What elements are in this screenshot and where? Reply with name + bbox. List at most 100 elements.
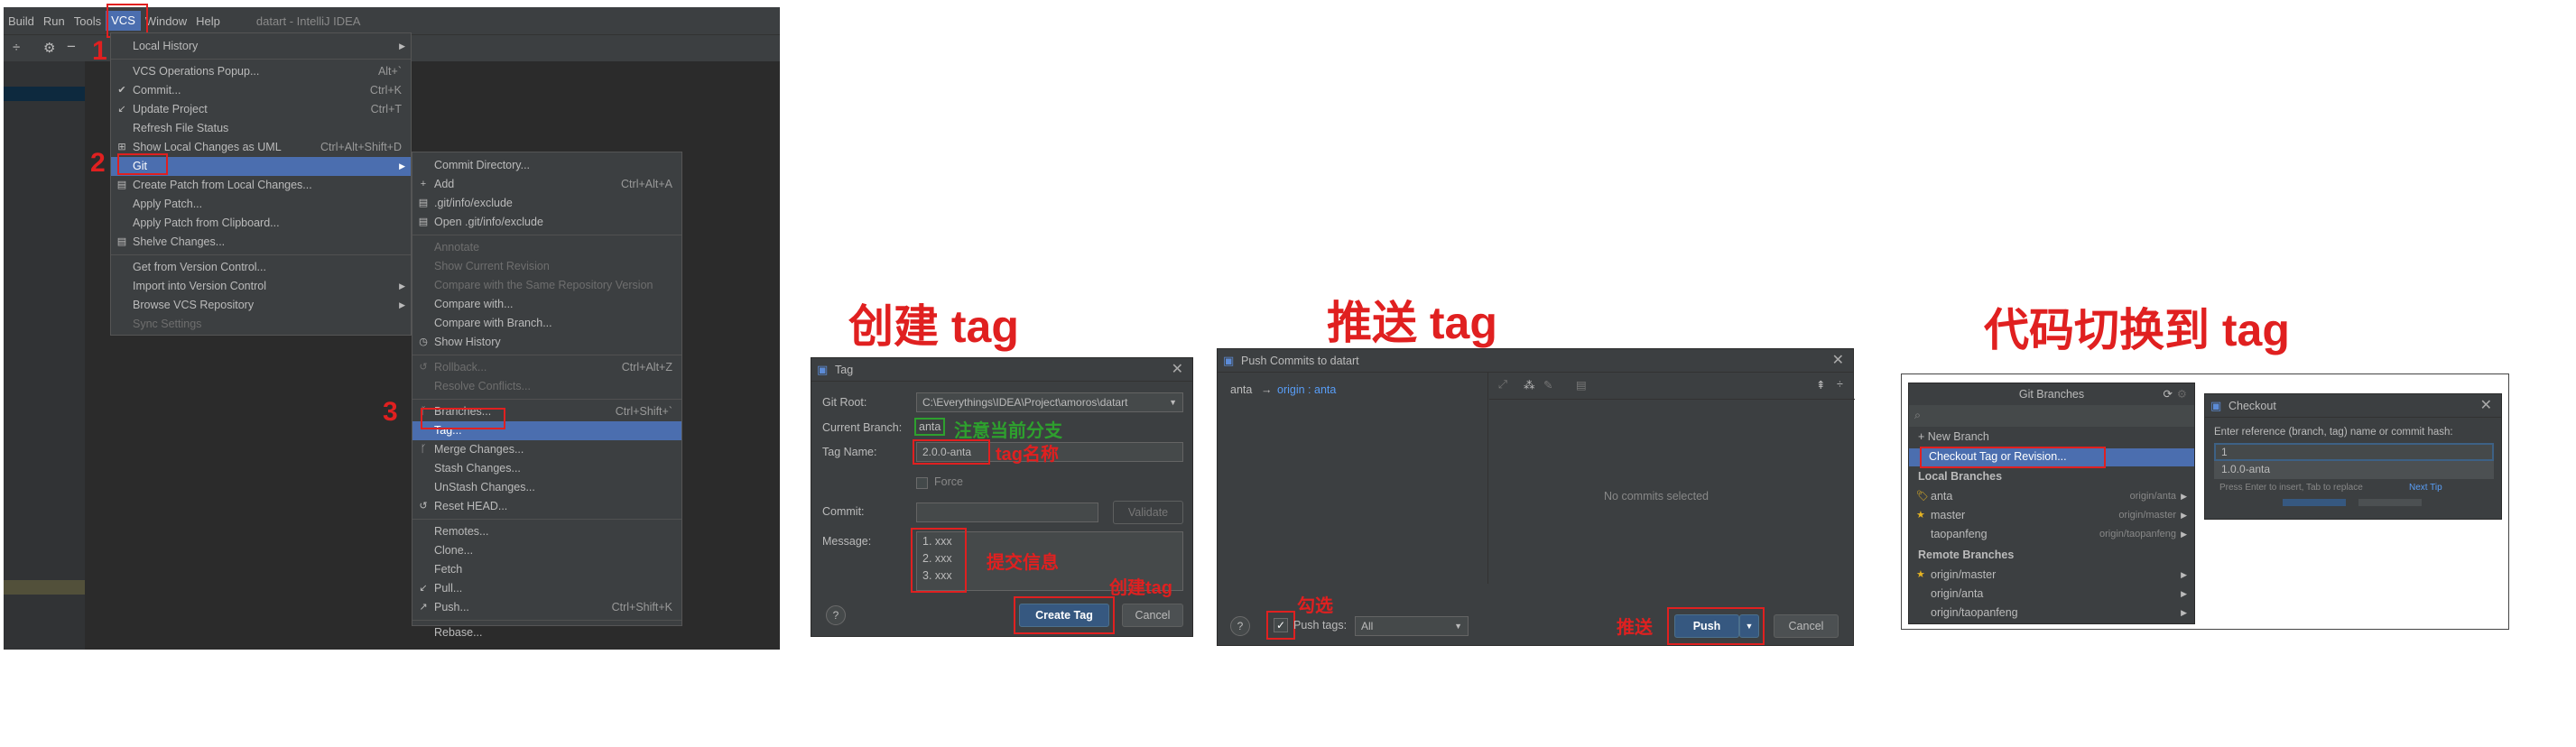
menu-item-icon: ↺ [419, 362, 428, 373]
menu-item-label: Commit Directory... [434, 159, 531, 171]
menu-tools[interactable]: Tools [69, 14, 106, 28]
close-icon[interactable]: ✕ [2480, 394, 2492, 418]
menu-item-shortcut: Ctrl+Alt+A [621, 178, 672, 190]
menu-item-sync-settings[interactable]: Sync Settings [111, 315, 411, 334]
branch-search-input[interactable]: ⌕ [1909, 405, 2194, 427]
menu-item-label: Stash Changes... [434, 462, 521, 475]
menu-item-clone[interactable]: Clone... [412, 541, 681, 560]
menu-item-unstash-changes[interactable]: UnStash Changes... [412, 478, 681, 497]
menu-window[interactable]: Window [141, 14, 191, 28]
refresh-icon[interactable]: ⟳ [2164, 387, 2173, 401]
menu-item-get-from-version-control[interactable]: Get from Version Control... [111, 258, 411, 277]
commit-input[interactable] [916, 503, 1098, 522]
reference-input[interactable]: 1 [2214, 443, 2494, 461]
menu-item-remotes[interactable]: Remotes... [412, 522, 681, 541]
group-icon[interactable]: ⁂ [1524, 378, 1535, 392]
menu-item-show-current-revision[interactable]: Show Current Revision [412, 257, 681, 276]
validate-button[interactable]: Validate [1113, 501, 1183, 524]
close-icon[interactable]: ✕ [1172, 358, 1183, 382]
suggestion-item[interactable]: 1.0.0-anta [2214, 461, 2494, 479]
checkout-dialog-title: Checkout [2205, 394, 2501, 418]
new-branch-item[interactable]: + New Branch [1918, 430, 1989, 443]
menu-help[interactable]: Help [191, 14, 225, 28]
menu-item-apply-patch[interactable]: Apply Patch... [111, 195, 411, 214]
menu-item-push[interactable]: ↗ Push... Ctrl+Shift+K [412, 598, 681, 617]
menu-item-label: Compare with... [434, 298, 514, 310]
menu-item-shelve-changes[interactable]: ▤ Shelve Changes... [111, 233, 411, 252]
cancel-button[interactable]: Cancel [1774, 614, 1839, 638]
menu-item-reset-head[interactable]: ↺ Reset HEAD... [412, 497, 681, 516]
edit-icon[interactable]: ✎ [1543, 378, 1552, 392]
menu-item-label: Get from Version Control... [133, 261, 266, 273]
menu-item-create-patch-from-local-changes[interactable]: ▤ Create Patch from Local Changes... [111, 176, 411, 195]
menu-item-compare-with-branch[interactable]: Compare with Branch... [412, 314, 681, 333]
minimize-icon[interactable]: − [67, 38, 76, 56]
highlight-box-checkout [1920, 447, 2106, 468]
branch-item[interactable]: origin/anta ▶ [1909, 586, 2194, 604]
menu-run[interactable]: Run [39, 14, 69, 28]
tracking-branch: origin/master [2118, 510, 2176, 521]
collapse-icon[interactable]: ÷ [13, 40, 20, 55]
vcs-menu: Local History ▶ VCS Operations Popup... Alt… [110, 32, 412, 336]
branch-item[interactable]: origin/taopanfeng ▶ [1909, 604, 2194, 622]
menu-item-stash-changes[interactable]: Stash Changes... [412, 459, 681, 478]
menu-item-icon: ᚴ [420, 444, 427, 455]
pin-icon[interactable]: ⤢ [1498, 378, 1507, 392]
push-tags-select[interactable]: All ▼ [1355, 616, 1469, 636]
menu-item-update-project[interactable]: ↙ Update Project Ctrl+T [111, 100, 411, 119]
help-icon[interactable]: ? [1230, 616, 1250, 636]
menu-item-git-info-exclude[interactable]: ▤ .git/info/exclude [412, 194, 681, 213]
menu-item-commit[interactable]: ✔ Commit... Ctrl+K [111, 81, 411, 100]
menu-item-compare-with-the-same-repository-version[interactable]: Compare with the Same Repository Version [412, 276, 681, 295]
collapse-icon[interactable]: ÷ [1837, 378, 1843, 391]
help-icon[interactable]: ? [826, 605, 846, 625]
menu-item-browse-vcs-repository[interactable]: Browse VCS Repository ▶ [111, 296, 411, 315]
git-root-select[interactable]: C:\Everythings\IDEA\Project\amoros\datar… [916, 392, 1183, 412]
branch-item[interactable]: ★ origin/master ▶ [1909, 567, 2194, 585]
menu-item-compare-with[interactable]: Compare with... [412, 295, 681, 314]
menu-item-label: .git/info/exclude [434, 197, 513, 209]
selected-tree-row[interactable] [4, 87, 85, 101]
git-branches-popup: Git Branches ⟳ ⚙ ⌕ + New Branch Checkout… [1908, 383, 2195, 624]
next-tip-link[interactable]: Next Tip [2409, 483, 2442, 493]
menu-item-import-into-version-control[interactable]: Import into Version Control ▶ [111, 277, 411, 296]
cancel-button[interactable]: Cancel [1122, 604, 1183, 627]
menu-item-rollback[interactable]: ↺ Rollback... Ctrl+Alt+Z [412, 358, 681, 377]
close-icon[interactable]: ✕ [1832, 349, 1844, 373]
diff-icon[interactable]: ▤ [1576, 378, 1587, 392]
branch-item[interactable]: taopanfeng origin/taopanfeng ▶ [1909, 526, 2194, 544]
menu-item-local-history[interactable]: Local History ▶ [111, 37, 411, 56]
menu-item-refresh-file-status[interactable]: Refresh File Status [111, 119, 411, 138]
gear-icon[interactable]: ⚙ [43, 40, 55, 56]
menu-item-resolve-conflicts[interactable]: Resolve Conflicts... [412, 377, 681, 396]
submenu-arrow-icon: ▶ [399, 161, 405, 171]
chevron-down-icon: ▼ [1454, 622, 1462, 631]
annotation-create-tag: 创建tag [1109, 578, 1172, 598]
menu-item-pull[interactable]: ↙ Pull... [412, 579, 681, 598]
menu-item-open-git-info-exclude[interactable]: ▤ Open .git/info/exclude [412, 213, 681, 232]
menu-item-vcs-operations-popup[interactable]: VCS Operations Popup... Alt+` [111, 62, 411, 81]
branch-item[interactable]: ★ master origin/master ▶ [1909, 507, 2194, 525]
settings-icon[interactable]: ⚙ [2177, 387, 2187, 401]
highlight-row [4, 580, 85, 595]
force-checkbox[interactable] [916, 477, 928, 489]
menu-item-commit-directory[interactable]: Commit Directory... [412, 156, 681, 175]
menu-item-shortcut: Ctrl+T [370, 103, 402, 115]
menu-item-merge-changes[interactable]: ᚴ Merge Changes... [412, 440, 681, 459]
menu-item-apply-patch-from-clipboard[interactable]: Apply Patch from Clipboard... [111, 214, 411, 233]
menu-item-show-history[interactable]: ◷ Show History [412, 333, 681, 352]
branch-name: origin/master [1931, 568, 1997, 581]
menu-build[interactable]: Build [4, 14, 39, 28]
cancel-button-fragment[interactable] [2358, 499, 2422, 506]
branch-item[interactable]: 🏷 anta origin/anta ▶ [1909, 488, 2194, 506]
menu-item-fetch[interactable]: Fetch [412, 560, 681, 579]
submenu-arrow-icon: ▶ [399, 300, 405, 309]
menu-item-annotate[interactable]: Annotate [412, 238, 681, 257]
step-number-3: 3 [383, 397, 398, 427]
ok-button-fragment[interactable] [2283, 499, 2346, 506]
menu-item-add[interactable]: + Add Ctrl+Alt+A [412, 175, 681, 194]
menu-item-rebase[interactable]: Rebase... [412, 623, 681, 642]
expand-icon[interactable]: ⇞ [1816, 378, 1825, 392]
submenu-arrow-icon: ▶ [2181, 530, 2187, 539]
branch-to-link[interactable]: origin : anta [1277, 383, 1336, 396]
